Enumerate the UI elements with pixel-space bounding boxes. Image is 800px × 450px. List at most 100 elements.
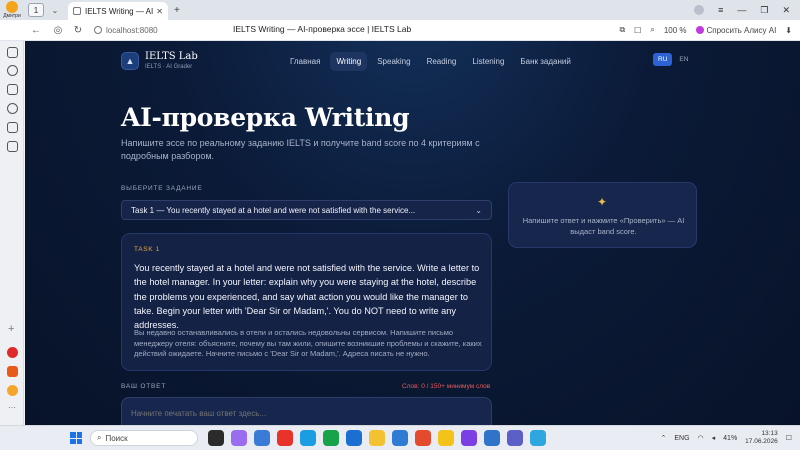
logo-icon: ▲ [121, 52, 139, 70]
chrome-icon[interactable] [415, 430, 431, 446]
chevron-down-icon[interactable]: ⌄ [48, 3, 62, 17]
collections-icon[interactable] [7, 84, 18, 95]
browser-tab[interactable]: IELTS Writing — AI-проверка эссе | IELTS… [68, 2, 168, 20]
task-view-icon[interactable] [208, 430, 224, 446]
hero-subtitle: Напишите эссе по реальному заданию IELTS… [121, 138, 480, 161]
calculator-icon[interactable] [392, 430, 408, 446]
xbox-icon[interactable] [323, 430, 339, 446]
clock-date: 17.06.2026 [745, 438, 778, 445]
search-icon: ⌕ [97, 433, 102, 442]
menu-icon[interactable]: ≡ [718, 5, 723, 15]
alisa-button[interactable]: Спросить Алису AI [695, 25, 777, 35]
nav-reading[interactable]: Reading [421, 52, 463, 71]
page-favicon-icon [73, 7, 81, 15]
volume-icon[interactable]: ◂ [712, 434, 716, 442]
nav-speaking[interactable]: Speaking [371, 52, 416, 71]
app-icon[interactable] [461, 430, 477, 446]
hero-title: AI-проверка Writing [121, 103, 410, 132]
globe-icon [94, 26, 102, 34]
profile-name: Дмитри [3, 13, 21, 19]
task-tag: TASK 1 [134, 246, 161, 253]
wifi-icon[interactable]: ◠ [698, 434, 704, 442]
history-icon[interactable] [7, 65, 18, 76]
notifications-icon[interactable]: ☐ [786, 434, 792, 442]
nav-home[interactable]: Главная [284, 52, 326, 71]
profile-button[interactable]: Дмитри [0, 0, 24, 20]
brand-name: IELTS Lab [145, 51, 198, 62]
input-language[interactable]: ENG [674, 435, 689, 442]
more-icon[interactable]: ⋯ [8, 403, 16, 412]
taskbar-search[interactable]: ⌕ Поиск [90, 430, 198, 446]
task-select-label: ВЫБЕРИТЕ ЗАДАНИЕ [121, 185, 203, 192]
clock-time: 13:13 [761, 430, 778, 437]
store-icon[interactable] [254, 430, 270, 446]
browser-side-panel: + ⋯ [0, 41, 24, 425]
task-select-value: Task 1 — You recently stayed at a hotel … [131, 205, 416, 215]
windows-start-icon[interactable] [70, 432, 82, 444]
edge-icon[interactable] [300, 430, 316, 446]
maximize-icon[interactable]: ❐ [760, 5, 768, 16]
task-card: TASK 1 You recently stayed at a hotel an… [121, 233, 492, 371]
clock[interactable]: 13:13 17.06.2026 [745, 430, 778, 446]
sparkle-icon: ✦ [597, 195, 608, 209]
browser-tab-bar: Дмитри 1 ⌄ IELTS Writing — AI-проверка э… [0, 0, 800, 20]
main-nav: Главная Writing Speaking Reading Listeni… [284, 52, 577, 71]
chevron-down-icon: ⌄ [475, 205, 482, 215]
brand[interactable]: ▲ IELTS Lab IELTS · AI Grader [121, 51, 198, 71]
downloads-icon[interactable]: ⬇ [785, 26, 792, 35]
reload-icon[interactable]: ↻ [70, 25, 86, 36]
close-tab-icon[interactable]: ✕ [156, 7, 163, 16]
yandex-browser-icon[interactable] [438, 430, 454, 446]
nav-task-bank[interactable]: Банк заданий [514, 52, 576, 71]
alisa-label: Спросить Алису AI [706, 25, 777, 35]
app-shortcut-icon[interactable] [7, 385, 18, 396]
yandex-icon[interactable] [277, 430, 293, 446]
office-icon[interactable] [7, 366, 18, 377]
alisa-icon [695, 26, 704, 34]
answer-textarea[interactable] [121, 397, 492, 425]
brand-subtitle: IELTS · AI Grader [145, 64, 193, 70]
tab-count-button[interactable]: 1 [28, 3, 44, 17]
teams-icon[interactable] [507, 430, 523, 446]
back-icon[interactable]: ← [28, 25, 44, 36]
lang-en[interactable]: EN [674, 53, 693, 66]
battery-indicator[interactable]: 41% [723, 435, 737, 442]
word-count: Слов: 0 / 150+ минимум слов [402, 383, 491, 390]
file-explorer-icon[interactable] [369, 430, 385, 446]
close-window-icon[interactable]: ✕ [782, 5, 790, 16]
zoom-search-icon[interactable]: ⌕ [650, 25, 654, 35]
pinterest-icon[interactable] [7, 347, 18, 358]
vscode-icon[interactable] [484, 430, 500, 446]
nav-listening[interactable]: Listening [466, 52, 510, 71]
taskbar: ⌕ Поиск ⌃ ENG ◠ ◂ 41% 13:13 17.06.2026 ☐ [0, 425, 800, 450]
bookmark-icon[interactable]: ☐ [634, 26, 641, 35]
result-hint: Напишите ответ и нажмите «Проверить» — A… [522, 216, 685, 236]
new-tab-icon[interactable]: + [174, 5, 180, 16]
nav-writing[interactable]: Writing [330, 52, 368, 71]
url-field[interactable]: localhost:8080 [94, 26, 158, 35]
tray-chevron-icon[interactable]: ⌃ [660, 434, 666, 442]
page-title: IELTS Writing — AI-проверка эссе | IELTS… [233, 24, 412, 34]
screenshot-icon[interactable] [7, 141, 18, 152]
minimize-icon[interactable]: — [737, 5, 746, 15]
copilot-icon[interactable] [231, 430, 247, 446]
address-bar: ← ◎ ↻ localhost:8080 IELTS Writing — AI-… [0, 20, 800, 41]
copy-link-icon[interactable]: ⧉ [619, 25, 625, 35]
telegram-icon[interactable] [530, 430, 546, 446]
web-page: ▲ IELTS Lab IELTS · AI Grader Главная Wr… [25, 41, 800, 425]
photos-icon[interactable] [346, 430, 362, 446]
url-text: localhost:8080 [106, 25, 158, 35]
lang-ru[interactable]: RU [653, 53, 673, 66]
account-icon[interactable] [694, 5, 705, 15]
notes-icon[interactable] [7, 122, 18, 133]
language-switch: RU EN [653, 53, 693, 66]
zoom-level[interactable]: 100 % [664, 26, 687, 35]
media-icon[interactable] [7, 103, 18, 114]
tab-title: IELTS Writing — AI-проверка эссе | IELTS… [85, 6, 154, 16]
task-prompt-ru: Вы недавно останавливались в отели и ост… [134, 328, 482, 358]
shield-icon[interactable]: ◎ [50, 25, 66, 36]
add-panel-icon[interactable]: + [8, 323, 14, 335]
bookmarks-panel-icon[interactable] [7, 47, 18, 58]
task-select[interactable]: Task 1 — You recently stayed at a hotel … [121, 200, 492, 220]
task-prompt-en: You recently stayed at a hotel and were … [134, 263, 480, 331]
